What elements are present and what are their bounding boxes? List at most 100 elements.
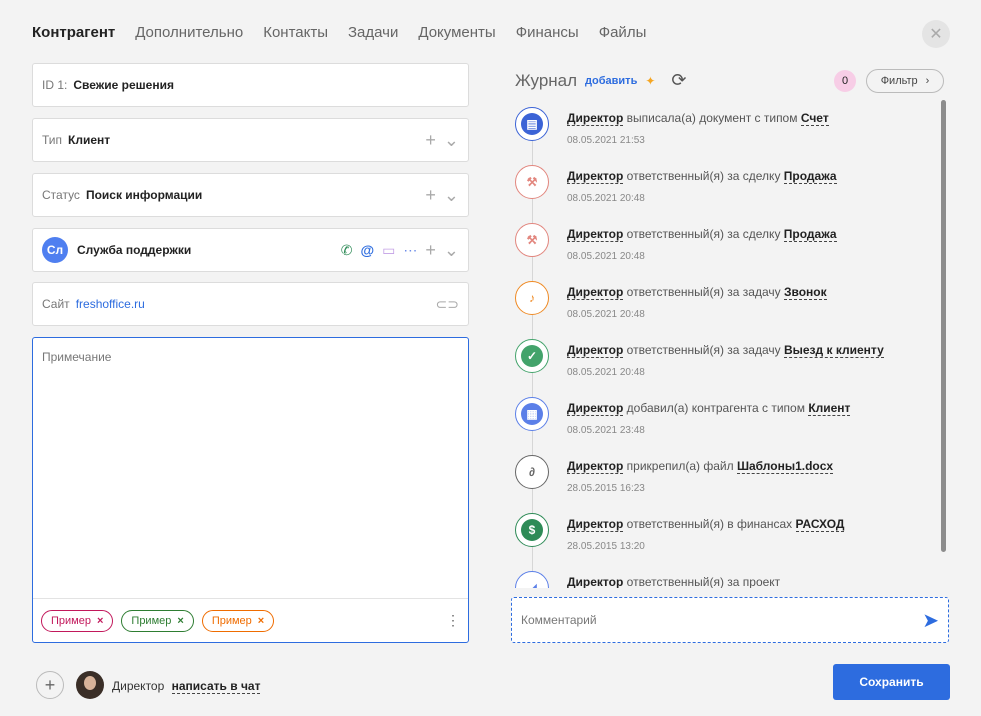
contact-name: Служба поддержки: [77, 243, 192, 257]
journal-timeline: ▤ Директор выписала(а) документ с типом С…: [515, 104, 935, 588]
comment-input[interactable]: Комментарий ➤: [511, 597, 949, 643]
site-link[interactable]: freshoffice.ru: [76, 297, 145, 311]
journal-entry: ▦ Директор добавил(а) контрагента с типом…: [515, 394, 935, 444]
chevron-right-icon: ›: [925, 75, 930, 87]
chevron-down-icon[interactable]: ⌄: [444, 185, 459, 206]
plus-icon[interactable]: +: [425, 130, 436, 151]
journal-entry-user[interactable]: Директор: [567, 227, 624, 242]
filter-button[interactable]: Фильтр ›: [866, 69, 944, 93]
journal-entry-object[interactable]: Продажа: [783, 227, 837, 242]
journal-entry-text: Директор добавил(а) контрагента с типом …: [567, 401, 851, 416]
journal-entry-object[interactable]: Выезд к клиенту: [783, 343, 884, 358]
journal-entry-user[interactable]: Директор: [567, 343, 624, 358]
journal-entry-user[interactable]: Директор: [567, 401, 624, 416]
chevron-down-icon[interactable]: ⌄: [444, 130, 459, 151]
add-button[interactable]: +: [36, 671, 64, 699]
journal-entry-action: ответственный(я) за задачу: [626, 343, 781, 357]
journal-entry-user[interactable]: Директор: [567, 459, 624, 474]
journal-entry: $ Директор ответственный(я) в финансах РА…: [515, 510, 935, 560]
plus-icon[interactable]: +: [425, 240, 436, 261]
scrollbar[interactable]: [941, 100, 946, 552]
tag-chip[interactable]: Пример ×: [121, 609, 194, 632]
journal-entry-object[interactable]: Шаблоны1.docx: [736, 459, 834, 474]
save-button[interactable]: Сохранить: [833, 664, 950, 700]
link-icon[interactable]: ⊂⊃: [436, 296, 459, 313]
journal-entry-action: ответственный(я) в финансах: [626, 517, 793, 531]
remove-tag-icon[interactable]: ×: [97, 615, 103, 627]
journal-entry-user[interactable]: Директор: [567, 285, 624, 300]
chat-link[interactable]: написать в чат: [171, 679, 261, 694]
journal-entry-text: Директор ответственный(я) за проект: [567, 575, 780, 588]
journal-entry-date: 28.05.2015 16:23: [567, 483, 645, 494]
tag-chip[interactable]: Пример ×: [41, 609, 114, 632]
journal-entry: ⚒ Директор ответственный(я) за сделку Про…: [515, 162, 935, 212]
journal-entry-action: ответственный(я) за сделку: [626, 169, 781, 183]
tag-chip[interactable]: Пример ×: [201, 609, 275, 632]
journal-entry-text: Директор ответственный(я) за задачу Звон…: [567, 285, 827, 300]
tab-tasks[interactable]: Задачи: [348, 24, 398, 41]
messages-icon[interactable]: ▭: [382, 242, 395, 259]
bell-icon: ♪: [515, 281, 549, 315]
journal-entry: ♪ Директор ответственный(я) за задачу Зво…: [515, 278, 935, 328]
note-textarea[interactable]: Примечание Пример × Пример × Пример × ⋮: [32, 337, 469, 643]
journal-entry: ▤ Директор выписала(а) документ с типом С…: [515, 104, 935, 154]
journal-entry-date: 08.05.2021 20:48: [567, 367, 645, 378]
close-icon: ✕: [929, 26, 943, 43]
tab-documents[interactable]: Документы: [418, 24, 495, 41]
journal-entry-object[interactable]: Продажа: [783, 169, 837, 184]
id-value: Свежие решения: [73, 78, 174, 92]
close-button[interactable]: ✕: [922, 20, 950, 48]
remove-tag-icon[interactable]: ×: [258, 615, 264, 627]
plus-icon: +: [44, 674, 56, 695]
phone-icon[interactable]: ✆: [341, 242, 353, 259]
tag-label: Пример: [211, 614, 252, 627]
site-field[interactable]: Сайт freshoffice.ru ⊂⊃: [32, 282, 469, 326]
journal-entry-text: Директор ответственный(я) за сделку Прод…: [567, 169, 837, 184]
contact-field[interactable]: Сл Служба поддержки ✆ @ ▭ ⋯ + ⌄: [32, 228, 469, 272]
status-field[interactable]: Статус Поиск информации + ⌄: [32, 173, 469, 217]
journal-entry-text: Директор выписала(а) документ с типом Сч…: [567, 111, 829, 126]
journal-add-link[interactable]: добавить: [585, 75, 637, 87]
remove-tag-icon[interactable]: ×: [177, 615, 183, 627]
journal-entry-object[interactable]: РАСХОД: [795, 517, 845, 532]
journal-entry: ◢ Директор ответственный(я) за проект: [515, 568, 935, 588]
journal-entry-user[interactable]: Директор: [567, 111, 624, 126]
tab-finance[interactable]: Финансы: [516, 24, 579, 41]
tab-files[interactable]: Файлы: [599, 24, 647, 41]
type-field[interactable]: Тип Клиент + ⌄: [32, 118, 469, 162]
gavel-icon: ⚒: [515, 223, 549, 257]
journal-entry-object[interactable]: Звонок: [783, 285, 827, 300]
comment-placeholder: Комментарий: [521, 613, 597, 627]
chat-line: Директор написать в чат: [112, 679, 261, 694]
tab-additional[interactable]: Дополнительно: [135, 24, 243, 41]
refresh-icon[interactable]: ⟳: [671, 70, 686, 91]
email-icon[interactable]: @: [361, 242, 375, 258]
type-label: Тип: [42, 133, 63, 147]
chevron-down-icon[interactable]: ⌄: [444, 240, 459, 261]
plus-icon[interactable]: +: [425, 185, 436, 206]
send-icon[interactable]: ➤: [922, 608, 939, 633]
journal-entry-user[interactable]: Директор: [567, 575, 624, 588]
tab-contractor[interactable]: Контрагент: [32, 24, 115, 41]
journal-entry-action: ответственный(я) за проект: [626, 575, 781, 588]
journal-entry-object[interactable]: Счет: [800, 111, 829, 126]
avatar: [76, 671, 104, 699]
status-label: Статус: [42, 188, 80, 202]
journal-entry-action: ответственный(я) за сделку: [626, 227, 781, 241]
journal-entry-action: выписала(а) документ с типом: [626, 111, 798, 125]
kebab-menu-icon[interactable]: ⋮: [446, 612, 460, 629]
tab-contacts[interactable]: Контакты: [263, 24, 328, 41]
tags-bar: Пример × Пример × Пример × ⋮: [33, 598, 468, 642]
more-icon[interactable]: ⋯: [403, 242, 417, 259]
journal-entry-object[interactable]: Клиент: [808, 401, 851, 416]
user-name: Директор: [112, 679, 165, 693]
id-field[interactable]: ID 1: Свежие решения: [32, 63, 469, 107]
journal-entry-text: Директор ответственный(я) за задачу Выез…: [567, 343, 884, 358]
journal-entry-text: Директор ответственный(я) в финансах РАС…: [567, 517, 845, 532]
contractor-icon: ▦: [515, 397, 549, 431]
journal-entry-user[interactable]: Директор: [567, 517, 624, 532]
type-value: Клиент: [68, 133, 111, 147]
journal-entry: ✓ Директор ответственный(я) за задачу Вые…: [515, 336, 935, 386]
journal-entry-action: ответственный(я) за задачу: [626, 285, 781, 299]
journal-entry-user[interactable]: Директор: [567, 169, 624, 184]
